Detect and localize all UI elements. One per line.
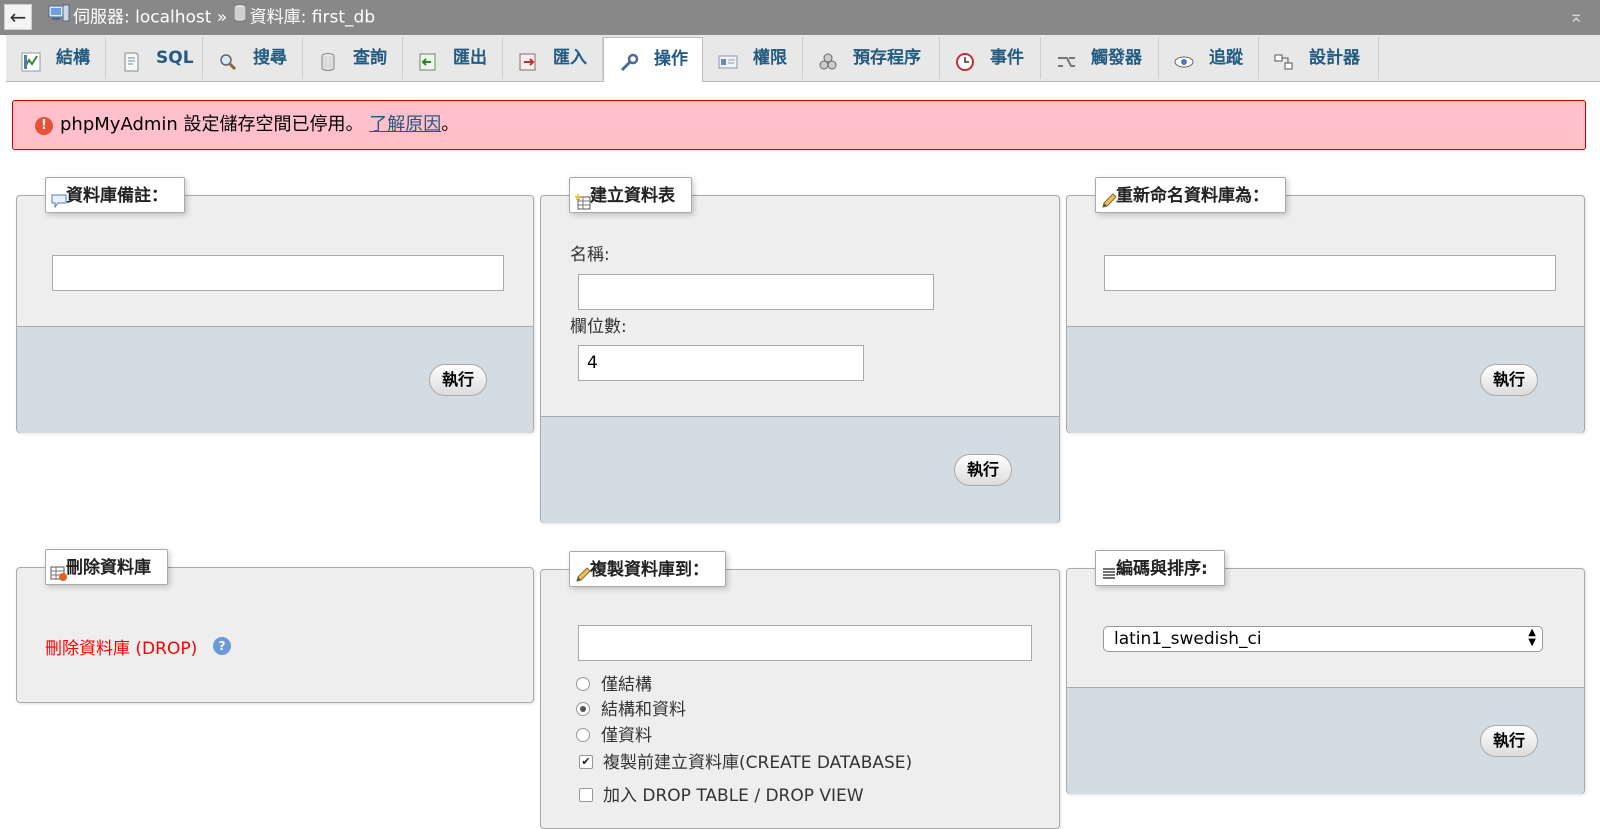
collation-footer: 執行 (1067, 687, 1584, 794)
export-icon (417, 47, 439, 71)
radio-data-only[interactable] (576, 728, 590, 742)
drop-db-legend: 刪除資料庫 (45, 549, 168, 585)
error-icon: ! (35, 117, 53, 135)
drop-db-panel: 刪除資料庫 刪除資料庫 (DROP) ? (16, 549, 534, 703)
db-comment-input[interactable] (52, 255, 504, 291)
list-icon (1100, 560, 1118, 579)
rename-db-legend: 重新命名資料庫為： (1095, 177, 1286, 213)
search-icon (217, 47, 239, 71)
drop-db-icon (50, 559, 68, 581)
db-comment-panel: 資料庫備註： 執行 (16, 177, 534, 433)
breadcrumb-bar: ← 伺服器: localhost » 資料庫: first_db ⌅ (0, 0, 1600, 35)
table-name-input[interactable] (578, 274, 934, 310)
radio-structure-only-label: 僅結構 (601, 675, 652, 695)
table-name-label: 名稱: (570, 245, 610, 265)
tab-structure[interactable]: 結構 (6, 37, 106, 79)
rename-db-panel: 重新命名資料庫為： 執行 (1066, 177, 1585, 433)
tab-export[interactable]: 匯出 (403, 37, 503, 79)
breadcrumb-database[interactable]: 資料庫: first_db (250, 8, 375, 28)
import-icon (517, 47, 539, 71)
breadcrumb-separator: » (216, 7, 228, 28)
drop-table-checkbox[interactable] (579, 788, 593, 802)
copy-db-panel: 複製資料庫到： 僅結構 結構和資料 僅資料 ✔ 複製前建立資料庫(CREATE … (540, 551, 1060, 829)
db-comment-go-button[interactable]: 執行 (429, 364, 487, 396)
tab-events[interactable]: 事件 (940, 37, 1041, 79)
tab-operations[interactable]: 操作 (603, 37, 703, 82)
columns-count-input[interactable]: 4 (578, 345, 864, 381)
copy-db-input[interactable] (578, 625, 1032, 661)
eye-icon (1173, 47, 1195, 69)
create-db-checkbox[interactable]: ✔ (579, 755, 593, 769)
collation-legend: 編碼與排序: (1095, 550, 1225, 586)
radio-structure-and-data-label: 結構和資料 (601, 700, 686, 720)
tab-routines[interactable]: 預存程序 (803, 37, 940, 79)
clock-icon (954, 47, 976, 71)
db-comment-footer: 執行 (17, 326, 533, 433)
tab-import[interactable]: 匯入 (503, 37, 603, 79)
rename-db-go-button[interactable]: 執行 (1480, 364, 1538, 396)
wrench-icon (618, 48, 640, 72)
routines-icon (817, 47, 839, 70)
columns-count-label: 欄位數: (570, 317, 627, 337)
designer-icon (1273, 47, 1295, 70)
learn-why-link[interactable]: 了解原因 (369, 114, 441, 135)
create-table-footer: 執行 (541, 416, 1059, 523)
collation-go-button[interactable]: 執行 (1480, 725, 1538, 757)
rename-db-footer: 執行 (1067, 326, 1584, 433)
error-message: phpMyAdmin 設定儲存空間已停用。 (60, 114, 364, 135)
create-db-checkbox-label: 複製前建立資料庫(CREATE DATABASE) (603, 753, 913, 773)
help-icon[interactable]: ? (213, 637, 231, 655)
radio-structure-only[interactable] (576, 677, 590, 691)
collapse-top-icon[interactable]: ⌅ (1566, 6, 1586, 28)
pencil-icon (574, 561, 592, 582)
tab-sql[interactable]: SQL (106, 37, 203, 79)
select-arrows-icon: ▲ ▼ (1528, 627, 1536, 648)
copy-db-legend: 複製資料庫到： (569, 551, 726, 587)
tab-search[interactable]: 搜尋 (203, 37, 303, 79)
comment-icon (50, 187, 68, 209)
back-arrow-button[interactable]: ← (4, 4, 32, 30)
collation-select[interactable]: latin1_swedish_ci ▲ ▼ (1103, 626, 1543, 652)
new-table-icon (574, 187, 592, 210)
query-icon (317, 47, 339, 71)
drop-table-checkbox-label: 加入 DROP TABLE / DROP VIEW (603, 786, 864, 806)
create-table-go-button[interactable]: 執行 (954, 454, 1012, 486)
db-comment-legend: 資料庫備註： (45, 177, 185, 213)
tab-triggers[interactable]: 觸發器 (1041, 37, 1159, 79)
triggers-icon (1055, 47, 1077, 69)
tab-query[interactable]: 查詢 (303, 37, 403, 79)
rename-db-input[interactable] (1104, 255, 1556, 291)
create-table-panel: 建立資料表 名稱: 欄位數: 4 執行 (540, 177, 1060, 523)
pencil-icon (1100, 187, 1118, 208)
drop-db-link[interactable]: 刪除資料庫 (DROP) (45, 639, 197, 659)
tab-tracking[interactable]: 追蹤 (1159, 37, 1259, 79)
breadcrumb: 伺服器: localhost » 資料庫: first_db (48, 0, 375, 35)
database-icon (233, 0, 247, 35)
radio-data-only-label: 僅資料 (601, 726, 652, 746)
tab-bar: 結構 SQL 搜尋 查詢 匯出 匯入 操作 權限 預存程序 事件 觸發器 追蹤 … (6, 35, 1600, 82)
tab-privileges[interactable]: 權限 (703, 37, 803, 79)
structure-icon (20, 47, 42, 72)
privileges-icon (717, 47, 739, 69)
create-table-legend: 建立資料表 (569, 177, 692, 213)
radio-structure-and-data[interactable] (576, 702, 590, 716)
storage-disabled-error: ! phpMyAdmin 設定儲存空間已停用。 了解原因。 (12, 100, 1586, 150)
collation-panel: 編碼與排序: latin1_swedish_ci ▲ ▼ 執行 (1066, 550, 1585, 794)
server-icon (48, 0, 70, 35)
tab-designer[interactable]: 設計器 (1259, 37, 1379, 79)
sql-icon (120, 47, 142, 72)
breadcrumb-server[interactable]: 伺服器: localhost (73, 8, 211, 28)
